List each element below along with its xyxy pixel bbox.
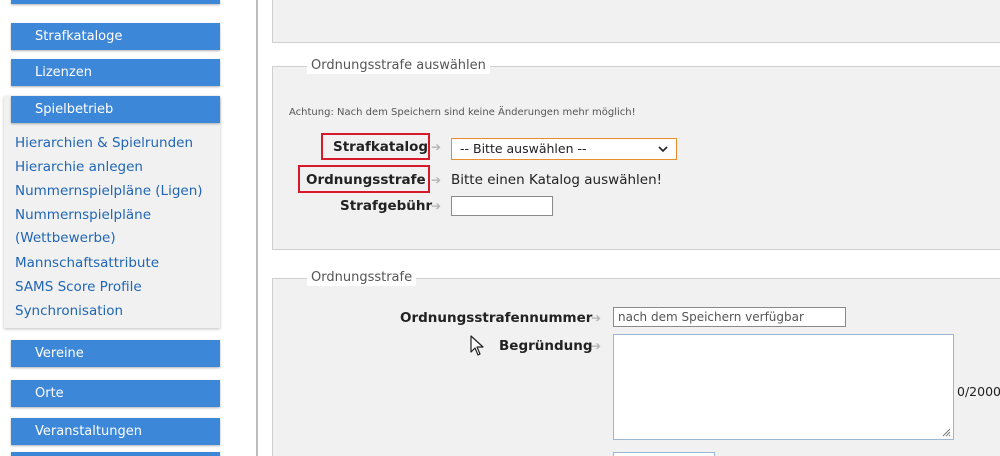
nav-button-spielbetrieb[interactable]: Spielbetrieb bbox=[11, 96, 220, 123]
arrow-right-icon: ➔ bbox=[591, 311, 602, 325]
sidebar: Strafkataloge Lizenzen Spielbetrieb Hier… bbox=[0, 0, 224, 456]
resize-handle-icon[interactable] bbox=[941, 427, 951, 437]
sidebar-link-sams-score-profile[interactable]: SAMS Score Profile bbox=[15, 275, 142, 299]
nav-button-lizenzen[interactable]: Lizenzen bbox=[11, 59, 220, 86]
fieldset-legend-auswahl: Ordnungsstrafe auswählen bbox=[307, 58, 490, 74]
nav-button-veranstaltungen[interactable]: Veranstaltungen bbox=[11, 418, 220, 445]
strafgebuehr-input[interactable] bbox=[451, 196, 553, 216]
notice-text: Achtung: Nach dem Speichern sind keine Ä… bbox=[289, 107, 636, 118]
label-strafgebuehr: Strafgebühr bbox=[340, 198, 433, 214]
label-begruendung: Begründung bbox=[499, 338, 593, 354]
label-strafkatalog: Strafkatalog bbox=[333, 139, 429, 155]
sidebar-link-mannschaftsattribute[interactable]: Mannschaftsattribute bbox=[15, 251, 159, 275]
ordnungsstrafe-hint: Bitte einen Katalog auswählen! bbox=[451, 172, 663, 188]
nav-button-orte[interactable]: Orte bbox=[11, 380, 220, 407]
begruendung-textarea[interactable] bbox=[613, 334, 954, 440]
begruendung-char-counter: 0/2000 bbox=[957, 384, 1000, 399]
next-field-cut[interactable] bbox=[613, 452, 715, 456]
sidebar-link-nummernspielplaene-wettbewerbe[interactable]: Nummernspielpläne bbox=[15, 203, 151, 227]
arrow-right-icon: ➔ bbox=[431, 140, 442, 154]
fieldset-legend-ordnungsstrafe: Ordnungsstrafe bbox=[307, 270, 417, 286]
sidebar-link-hierarchien[interactable]: Hierarchien & Spielrunden bbox=[15, 131, 193, 155]
mouse-pointer-icon bbox=[470, 335, 484, 356]
previous-section-box bbox=[272, 0, 1000, 43]
ordnungsstrafennummer-field: nach dem Speichern verfügbar bbox=[613, 307, 846, 327]
label-ordnungsstrafe: Ordnungsstrafe bbox=[306, 172, 426, 188]
arrow-right-icon: ➔ bbox=[431, 173, 442, 187]
nav-button-vereine[interactable]: Vereine bbox=[11, 340, 220, 367]
sidebar-link-synchronisation[interactable]: Synchronisation bbox=[15, 299, 123, 323]
select-value: -- Bitte auswählen -- bbox=[460, 141, 587, 156]
content-divider bbox=[256, 0, 258, 456]
arrow-right-icon: ➔ bbox=[431, 199, 442, 213]
sidebar-link-nummernspielplaene-wettbewerbe-2[interactable]: (Wettbewerbe) bbox=[15, 226, 116, 250]
label-ordnungsstrafennummer: Ordnungsstrafennummer bbox=[400, 310, 593, 326]
strafkatalog-select[interactable]: -- Bitte auswählen -- bbox=[451, 138, 677, 160]
chevron-down-icon bbox=[658, 139, 668, 166]
nav-button-cut-bottom[interactable] bbox=[11, 452, 220, 456]
arrow-right-icon: ➔ bbox=[591, 339, 602, 353]
nav-button-cut[interactable] bbox=[11, 0, 220, 4]
sidebar-link-nummernspielplaene-ligen[interactable]: Nummernspielpläne (Ligen) bbox=[15, 179, 203, 203]
sidebar-link-hierarchie-anlegen[interactable]: Hierarchie anlegen bbox=[15, 155, 143, 179]
nav-button-strafkataloge[interactable]: Strafkataloge bbox=[11, 23, 220, 50]
